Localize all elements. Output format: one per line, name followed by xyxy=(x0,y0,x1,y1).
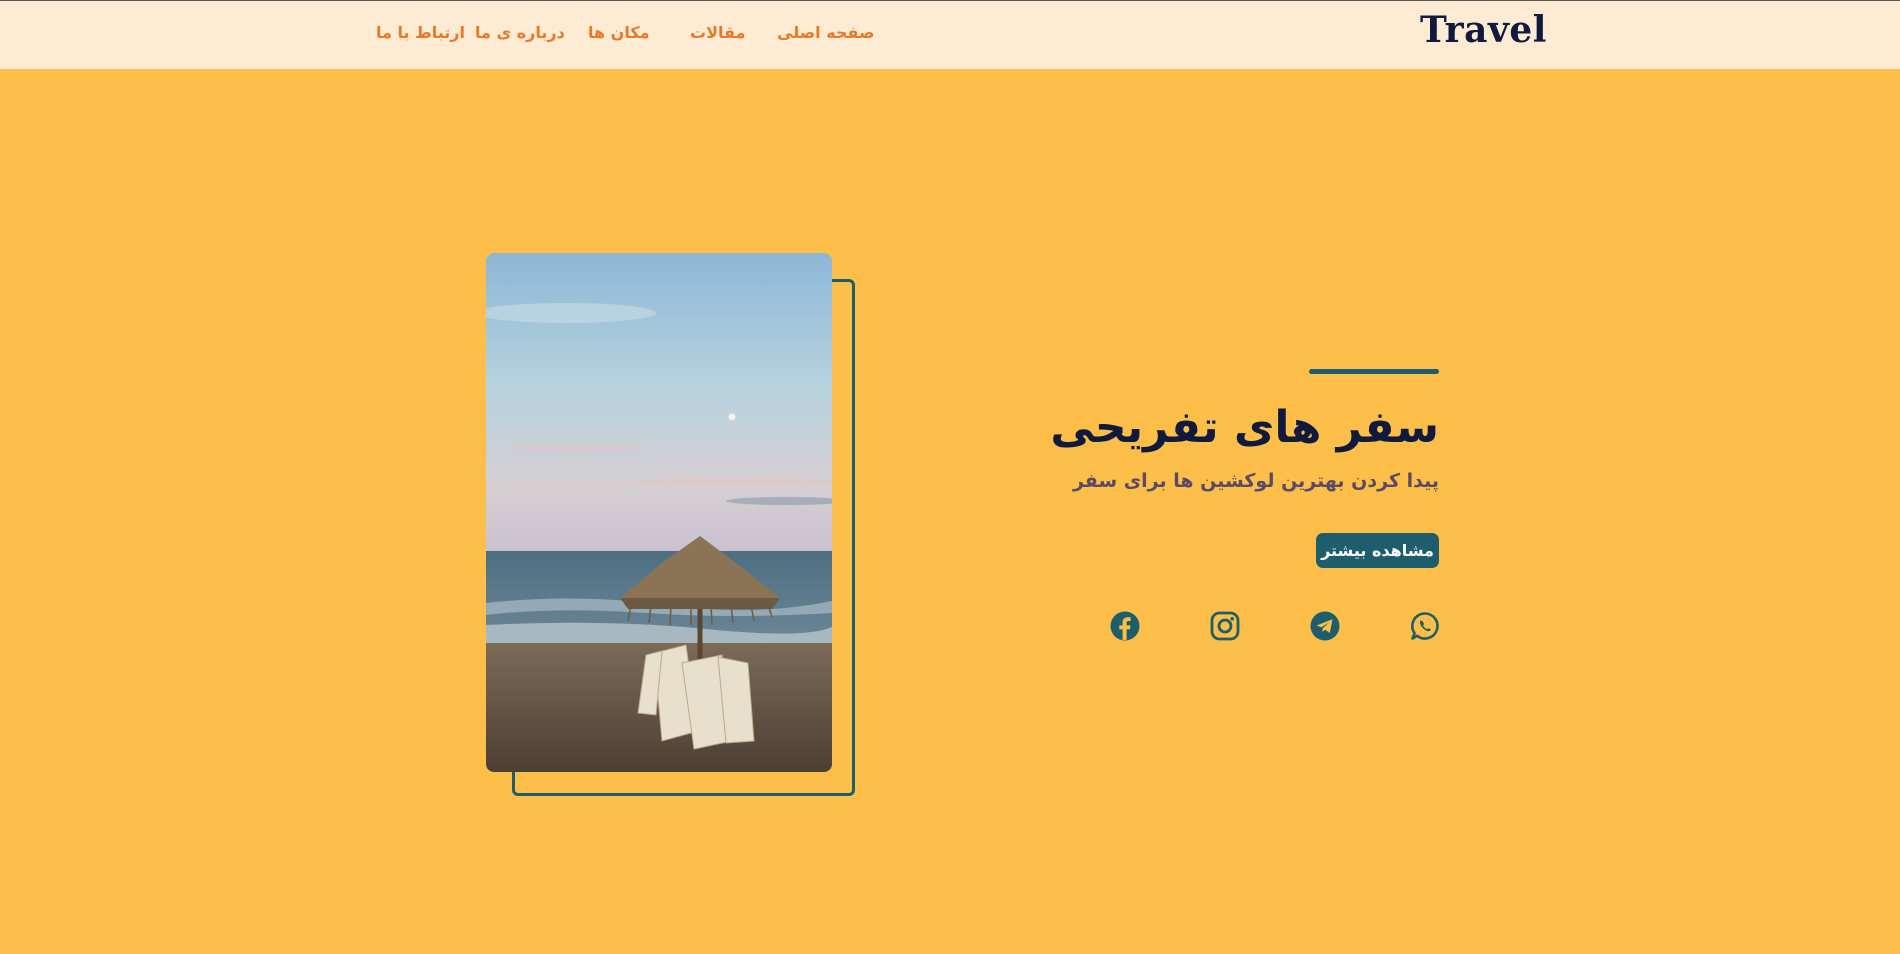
instagram-icon[interactable] xyxy=(1209,610,1241,642)
hero-title: سفر های تفریحی xyxy=(1050,402,1439,453)
hero-photo xyxy=(486,253,832,772)
nav-home[interactable]: صفحه اصلی xyxy=(777,23,874,42)
facebook-icon[interactable] xyxy=(1109,610,1141,642)
nav-articles[interactable]: مقالات xyxy=(690,23,745,42)
accent-bar xyxy=(1309,369,1439,374)
hero-subtitle: پیدا کردن بهترین لوکشین ها برای سفر xyxy=(1072,470,1439,492)
see-more-button[interactable]: مشاهده بیشتر xyxy=(1316,533,1439,568)
telegram-icon[interactable] xyxy=(1309,610,1341,642)
whatsapp-icon[interactable] xyxy=(1409,610,1441,642)
nav-contact[interactable]: ارتباط با ما xyxy=(376,23,465,42)
nav-places[interactable]: مکان ها xyxy=(588,23,650,42)
site-header: Travel صفحه اصلی مقالات مکان ها درباره ی… xyxy=(0,1,1900,69)
nav-about[interactable]: درباره ی ما xyxy=(475,23,565,42)
site-logo[interactable]: Travel xyxy=(1420,9,1547,51)
